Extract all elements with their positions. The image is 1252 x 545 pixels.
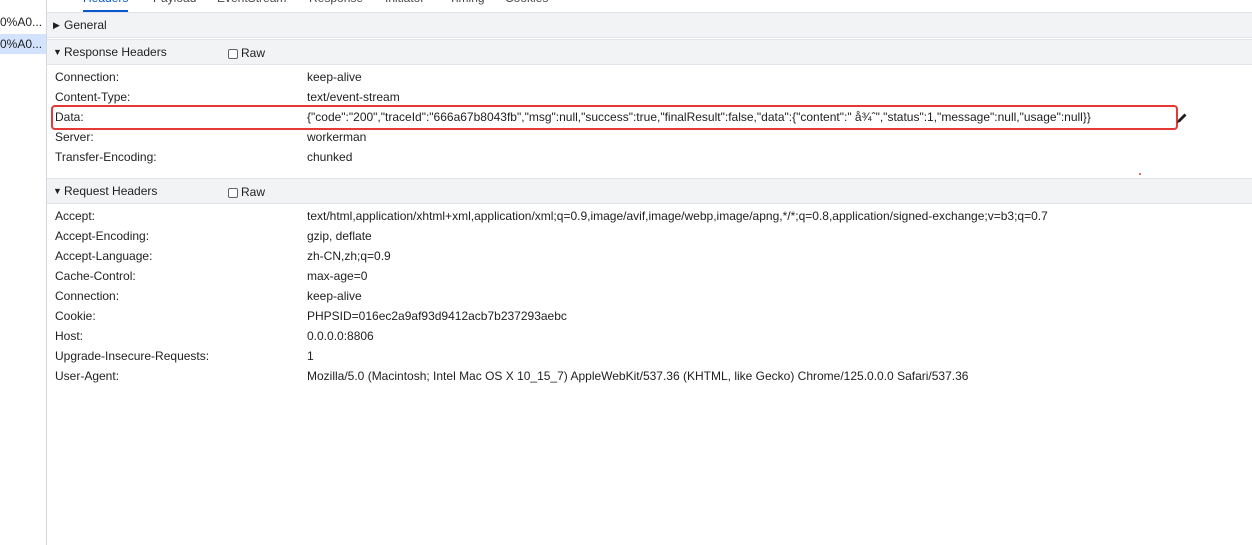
header-value: zh-CN,zh;q=0.9 xyxy=(307,249,391,263)
header-value: max-age=0 xyxy=(307,269,368,283)
header-name: Host: xyxy=(55,329,84,343)
header-name: Cookie: xyxy=(55,309,96,323)
tab-response[interactable]: Response xyxy=(309,0,363,10)
header-value: chunked xyxy=(307,150,353,164)
collapse-triangle-icon: ▼ xyxy=(53,186,62,196)
header-name: Data: xyxy=(55,110,84,124)
request-list-item-selected[interactable]: 0%A0... xyxy=(0,34,46,54)
section-title: Request Headers xyxy=(64,184,158,198)
header-value: {"code":"200","traceId":"666a67b8043fb",… xyxy=(307,110,1091,124)
tab-initiator[interactable]: Initiator xyxy=(385,0,424,10)
header-row: User-Agent: Mozilla/5.0 (Macintosh; Inte… xyxy=(47,366,1252,386)
header-name: Connection: xyxy=(55,289,120,303)
raw-checkbox[interactable] xyxy=(228,49,238,59)
header-name: Content-Type: xyxy=(55,90,131,104)
header-name: Accept-Language: xyxy=(55,249,153,263)
header-value: text/event-stream xyxy=(307,90,400,104)
header-name: User-Agent: xyxy=(55,369,120,383)
raw-toggle[interactable]: Raw xyxy=(228,46,265,60)
collapse-triangle-icon: ▼ xyxy=(53,47,62,57)
header-row: Server: workerman xyxy=(47,127,1252,147)
header-row: Host: 0.0.0.0:8806 xyxy=(47,326,1252,346)
header-name: Accept: xyxy=(55,209,96,223)
request-list-item[interactable]: 0%A0... xyxy=(0,12,46,32)
headers-panel: ✕ Headers Payload EventStream Response I… xyxy=(47,0,1252,545)
header-name: Cache-Control: xyxy=(55,269,136,283)
section-title: General xyxy=(64,18,107,32)
header-row: Accept-Language: zh-CN,zh;q=0.9 xyxy=(47,246,1252,266)
header-row: Data: {"code":"200","traceId":"666a67b80… xyxy=(47,107,1252,127)
general-section-header[interactable]: ▶ General xyxy=(47,12,1252,38)
header-value: keep-alive xyxy=(307,70,362,84)
header-value: keep-alive xyxy=(307,289,362,303)
expand-triangle-icon: ▶ xyxy=(53,20,60,30)
header-row: Connection: keep-alive xyxy=(47,286,1252,306)
header-row: Cache-Control: max-age=0 xyxy=(47,266,1252,286)
tab-timing[interactable]: Timing xyxy=(449,0,485,10)
raw-label: Raw xyxy=(241,185,266,199)
header-row: Transfer-Encoding: chunked xyxy=(47,147,1252,167)
tab-cookies[interactable]: Cookies xyxy=(505,0,548,10)
annotation-dot xyxy=(1139,173,1141,175)
header-value: gzip, deflate xyxy=(307,229,372,243)
header-row: Upgrade-Insecure-Requests: 1 xyxy=(47,346,1252,366)
header-value: PHPSID=016ec2a9af93d9412acb7b237293aebc xyxy=(307,309,567,323)
raw-label: Raw xyxy=(241,46,266,60)
header-name: Upgrade-Insecure-Requests: xyxy=(55,349,210,363)
tab-headers[interactable]: Headers xyxy=(83,0,129,12)
response-headers-section-header[interactable]: ▼ Response Headers Raw xyxy=(47,39,1252,65)
header-row: Cookie: PHPSID=016ec2a9af93d9412acb7b237… xyxy=(47,306,1252,326)
header-value: Mozilla/5.0 (Macintosh; Intel Mac OS X 1… xyxy=(307,369,969,383)
header-value: workerman xyxy=(307,130,367,144)
header-value: text/html,application/xhtml+xml,applicat… xyxy=(307,209,1048,223)
tab-payload[interactable]: Payload xyxy=(153,0,196,10)
header-name: Server: xyxy=(55,130,94,144)
pencil-icon xyxy=(1177,113,1187,123)
header-row: Accept: text/html,application/xhtml+xml,… xyxy=(47,206,1252,226)
header-row: Accept-Encoding: gzip, deflate xyxy=(47,226,1252,246)
header-name: Connection: xyxy=(55,70,120,84)
header-value: 1 xyxy=(307,349,314,363)
header-value: 0.0.0.0:8806 xyxy=(307,329,374,343)
tab-eventstream[interactable]: EventStream xyxy=(217,0,286,10)
raw-checkbox[interactable] xyxy=(228,188,238,198)
request-headers-section-header[interactable]: ▼ Request Headers Raw xyxy=(47,178,1252,204)
section-title: Response Headers xyxy=(64,45,167,59)
header-row: Connection: keep-alive xyxy=(47,67,1252,87)
raw-toggle[interactable]: Raw xyxy=(228,185,265,199)
header-name: Accept-Encoding: xyxy=(55,229,150,243)
request-list: 0%A0... 0%A0... xyxy=(0,0,47,545)
header-name: Transfer-Encoding: xyxy=(55,150,157,164)
header-row: Content-Type: text/event-stream xyxy=(47,87,1252,107)
